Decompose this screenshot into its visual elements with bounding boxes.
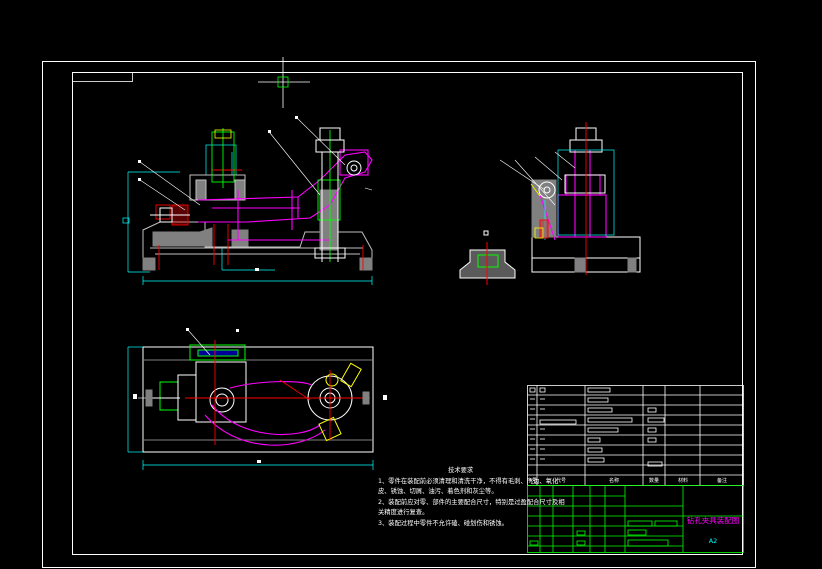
notes-line: 1、零件在装配前必须清理和清洗干净，不得有毛刺、飞边、氧化 [378, 477, 559, 485]
notes-line: 关精度进行复查。 [378, 509, 429, 516]
front-view [122, 116, 373, 285]
parts-header-5: 备注 [717, 477, 727, 484]
side-view [499, 122, 641, 275]
notes-heading: 技术要求 [448, 467, 474, 474]
parts-header-4: 材料 [678, 477, 688, 484]
notes-line: 3、装配过程中零件不允许磕、碰划伤和锈蚀。 [378, 519, 508, 527]
notes-line: 2、装配前应对零、部件的主要配合尺寸，特别是过盈配合尺寸及相 [378, 498, 565, 506]
code-box [72, 72, 133, 82]
top-view [127, 328, 387, 470]
base-section [459, 230, 516, 285]
notes-line: 皮、锈蚀、切屑、油污、着色剂和灰尘等。 [378, 488, 498, 495]
crosshair-cursor [258, 57, 310, 108]
technical-requirements: 技术要求 1、零件在装配前必须清理和清洗干净，不得有毛刺、飞边、氧化 皮、锈蚀、… [378, 466, 658, 529]
title-block-drawing-no: A2 [709, 537, 718, 545]
title-block-title: 钻孔夹具装配图 [687, 515, 740, 525]
